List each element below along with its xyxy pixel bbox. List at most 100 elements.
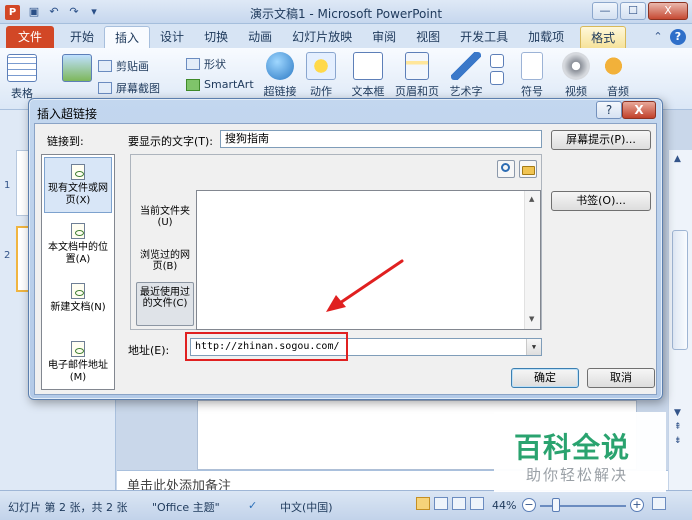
theme-status[interactable]: "Office 主题" — [152, 499, 220, 515]
wordart-icon — [451, 52, 481, 80]
browse-file-button[interactable] — [519, 160, 537, 178]
table-icon — [7, 54, 37, 82]
new-document-icon — [71, 283, 85, 299]
textbox-icon — [353, 52, 383, 80]
scroll-down-icon[interactable]: ▼ — [529, 315, 534, 323]
video-reel-icon — [562, 52, 590, 80]
scroll-up-icon[interactable]: ▲ — [529, 195, 534, 203]
scroll-up-icon[interactable]: ▲ — [674, 154, 681, 164]
video-label: 视频 — [565, 85, 587, 98]
spell-check-icon[interactable]: ✓ — [248, 499, 257, 512]
clipart-button[interactable]: 剪贴画 — [98, 58, 149, 74]
link-option-label: 新建文档(N) — [50, 302, 106, 313]
wordart-button[interactable]: 艺术字 — [446, 52, 486, 99]
language-status[interactable]: 中文(中国) — [280, 499, 333, 515]
dialog-close-button[interactable]: X — [622, 101, 656, 119]
place-in-document-icon — [71, 223, 85, 239]
slide-sorter-view-icon[interactable] — [434, 497, 448, 510]
reading-view-icon[interactable] — [452, 497, 466, 510]
shapes-button[interactable]: 形状 — [186, 56, 226, 72]
link-place-in-document[interactable]: 本文档中的位置(A) — [44, 217, 112, 273]
zoom-slider-knob[interactable] — [552, 498, 560, 512]
previous-slide-icon[interactable]: ⇞ — [674, 422, 682, 432]
help-icon[interactable]: ? — [670, 29, 686, 45]
hyperlink-button[interactable]: 超链接 — [262, 52, 298, 99]
browse-web-button[interactable] — [497, 160, 515, 178]
address-label: 地址(E): — [128, 344, 170, 357]
annotation-arrow — [326, 259, 404, 312]
vertical-scrollbar[interactable]: ▲ ▼ ⇞ ⇟ — [668, 150, 692, 490]
address-dropdown-icon[interactable]: ▼ — [526, 339, 541, 355]
browse-web-icon — [501, 163, 510, 172]
slide-count-status: 幻灯片 第 2 张，共 2 张 — [8, 501, 128, 514]
tab-file[interactable]: 文件 — [6, 26, 55, 48]
tab-format[interactable]: 格式 — [580, 26, 627, 48]
scope-browsed-pages[interactable]: 浏览过的网页(B) — [136, 242, 194, 286]
scrollbar-thumb[interactable] — [672, 230, 688, 350]
collapse-ribbon-icon[interactable]: ⌃ — [650, 29, 666, 45]
clipart-icon — [98, 60, 112, 72]
screenshot-button[interactable]: 屏幕截图 — [98, 80, 160, 96]
zoom-in-button[interactable]: + — [630, 498, 644, 512]
speaker-icon — [603, 52, 633, 80]
link-email-address[interactable]: 电子邮件地址(M) — [44, 335, 112, 391]
tab-animations[interactable]: 动画 — [238, 26, 282, 48]
next-slide-icon[interactable]: ⇟ — [674, 436, 682, 446]
minimize-button[interactable]: — — [592, 2, 618, 20]
zoom-out-button[interactable]: − — [522, 498, 536, 512]
smartart-button[interactable]: SmartArt — [186, 78, 254, 91]
textbox-button[interactable]: 文本框 — [348, 52, 388, 99]
tab-transitions[interactable]: 切换 — [194, 26, 238, 48]
link-existing-file-webpage[interactable]: 现有文件或网页(X) — [44, 157, 112, 213]
link-option-label: 现有文件或网页(X) — [48, 183, 108, 206]
screentip-button[interactable]: 屏幕提示(P)... — [551, 130, 651, 150]
tab-developer[interactable]: 开发工具 — [450, 26, 518, 48]
link-new-document[interactable]: 新建文档(N) — [44, 277, 112, 333]
symbol-button[interactable]: 符号 — [514, 52, 550, 99]
slide-number: 1 — [4, 180, 11, 191]
table-button[interactable]: 表格 — [4, 54, 40, 101]
date-object-button[interactable] — [488, 54, 506, 88]
scope-recent-files[interactable]: 最近使用过的文件(C) — [136, 282, 194, 326]
tab-home[interactable]: 开始 — [60, 26, 104, 48]
tab-design[interactable]: 设计 — [150, 26, 194, 48]
window-controls: — ☐ X — [592, 2, 688, 20]
screenshot-label: 屏幕截图 — [116, 82, 160, 95]
action-button[interactable]: 动作 — [304, 52, 338, 99]
status-bar: 幻灯片 第 2 张，共 2 张 "Office 主题" ✓ 中文(中国) 44%… — [0, 490, 692, 520]
file-list-scrollbar[interactable]: ▲ ▼ — [524, 191, 540, 329]
wordart-label: 艺术字 — [449, 85, 483, 98]
tab-review[interactable]: 审阅 — [362, 26, 406, 48]
tab-insert[interactable]: 插入 — [104, 26, 151, 48]
tab-view[interactable]: 视图 — [406, 26, 450, 48]
audio-button[interactable]: 音频 — [598, 52, 638, 99]
watermark-subtitle: 助你轻松解决 — [526, 466, 629, 484]
link-option-label: 本文档中的位置(A) — [48, 242, 108, 265]
action-star-icon — [306, 52, 336, 80]
bookmark-button[interactable]: 书签(O)... — [551, 191, 651, 211]
dialog-help-button[interactable]: ? — [596, 101, 622, 119]
scroll-down-icon[interactable]: ▼ — [674, 408, 681, 418]
address-highlight-box — [185, 332, 348, 361]
normal-view-icon[interactable] — [416, 497, 430, 510]
slideshow-view-icon[interactable] — [470, 497, 484, 510]
shapes-label: 形状 — [204, 58, 226, 71]
scope-current-folder[interactable]: 当前文件夹(U) — [136, 198, 194, 242]
audio-label: 音频 — [607, 85, 629, 98]
fit-to-window-icon[interactable] — [652, 497, 666, 510]
link-to-sidebar: 现有文件或网页(X) 本文档中的位置(A) 新建文档(N) 电子邮件地址(M) — [41, 154, 115, 390]
cancel-button[interactable]: 取消 — [587, 368, 655, 388]
ok-button[interactable]: 确定 — [511, 368, 579, 388]
tab-slideshow[interactable]: 幻灯片放映 — [282, 26, 362, 48]
zoom-level[interactable]: 44% — [492, 499, 516, 512]
title-bar: P ▣ ↶ ↷ ▾ 演示文稿1 - Microsoft PowerPoint —… — [0, 0, 692, 24]
close-window-button[interactable]: X — [648, 2, 688, 20]
video-button[interactable]: 视频 — [556, 52, 596, 99]
email-address-icon — [71, 341, 85, 357]
picture-button[interactable] — [62, 54, 92, 85]
display-text-input[interactable]: 搜狗指南 — [220, 130, 542, 148]
maximize-button[interactable]: ☐ — [620, 2, 646, 20]
hyperlink-label: 超链接 — [263, 85, 297, 98]
tab-addins[interactable]: 加载项 — [518, 26, 574, 48]
watermark: 百科全说 助你轻松解决 — [494, 412, 666, 492]
